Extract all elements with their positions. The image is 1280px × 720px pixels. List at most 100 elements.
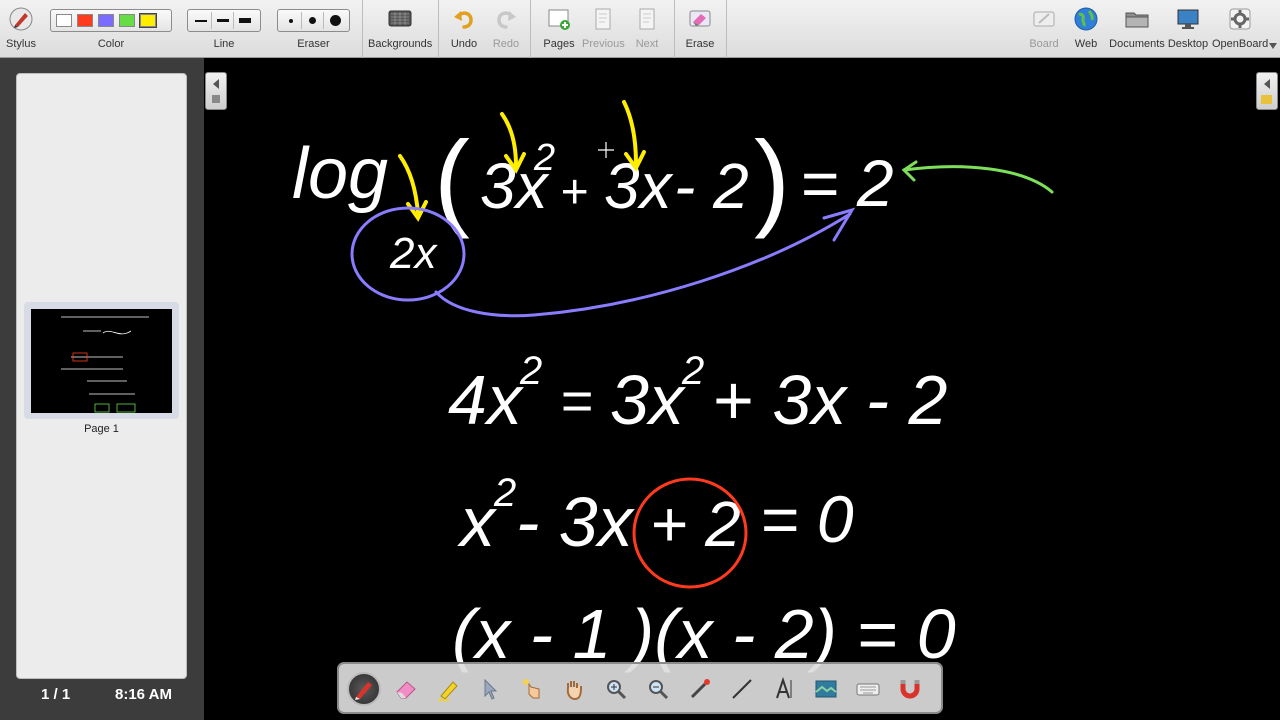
eq1-minus-two: - 2 xyxy=(674,150,749,222)
interact-icon xyxy=(523,679,540,699)
ink-strokes: log 2x ( 3x 2 + 3x - 2 ) = 2 4x 2 = 3x 2… xyxy=(292,100,1054,673)
marker-icon xyxy=(438,681,458,701)
hand-icon xyxy=(566,681,582,701)
desktop-label: Desktop xyxy=(1167,38,1209,50)
eq1-base: 2x xyxy=(389,229,438,278)
hand-tool-button[interactable] xyxy=(557,672,591,706)
board-label: Board xyxy=(1029,38,1059,50)
color-group: Color xyxy=(50,0,172,58)
toolbar-divider xyxy=(674,0,675,58)
page-counter: 1 / 1 xyxy=(41,686,71,703)
next-page-icon xyxy=(639,8,655,30)
color-swatch-red[interactable] xyxy=(77,14,93,27)
eraser-icon xyxy=(396,681,416,699)
eq2-rest: + 3x - 2 xyxy=(712,361,947,439)
eraser-size-palette xyxy=(277,9,350,32)
previous-label: Previous xyxy=(582,38,625,50)
zoom-out-tool-button[interactable] xyxy=(641,672,675,706)
eq3-rhs: = 0 xyxy=(760,482,854,556)
backgrounds-button[interactable]: Backgrounds xyxy=(368,0,432,58)
web-button[interactable]: Web xyxy=(1066,0,1106,58)
pages-label: Pages xyxy=(543,38,575,50)
line-width-palette xyxy=(187,9,261,32)
page-thumbnail-label: Page 1 xyxy=(84,423,119,435)
eq3-x: x xyxy=(457,483,498,561)
next-button[interactable]: Next xyxy=(626,0,668,58)
whiteboard-canvas[interactable]: log 2x ( 3x 2 + 3x - 2 ) = 2 4x 2 = 3x 2… xyxy=(204,58,1280,720)
board-button[interactable]: Board xyxy=(1024,0,1064,58)
magnet-tool-button[interactable] xyxy=(893,672,927,706)
documents-label: Documents xyxy=(1109,38,1165,50)
text-icon xyxy=(776,676,792,699)
tool-palette xyxy=(337,662,943,714)
line-group: Line xyxy=(187,0,261,58)
clock: 8:16 AM xyxy=(115,686,172,703)
add-page-icon xyxy=(548,9,570,30)
top-toolbar: Stylus Color Line Eraser Backgrounds Und… xyxy=(0,0,1280,58)
color-swatch-purple[interactable] xyxy=(98,14,114,27)
toolbar-divider xyxy=(362,0,363,58)
eraser-label: Eraser xyxy=(297,38,330,50)
eraser-tool-button[interactable] xyxy=(389,672,423,706)
line-medium-button[interactable] xyxy=(212,12,234,29)
eq1-log: log xyxy=(292,134,388,214)
erase-page-icon xyxy=(689,10,711,27)
pen-tool-button[interactable] xyxy=(347,672,381,706)
desktop-button[interactable]: Desktop xyxy=(1166,0,1210,58)
chevron-down-icon[interactable] xyxy=(1269,43,1277,49)
line-thin-button[interactable] xyxy=(190,12,212,29)
openboard-menu-button[interactable]: OpenBoard xyxy=(1212,0,1268,58)
eq3-exp: 2 xyxy=(493,471,516,515)
stylus-button[interactable]: Stylus xyxy=(0,0,42,58)
color-palette xyxy=(50,9,172,32)
line-tool-button[interactable] xyxy=(725,672,759,706)
line-thick-button[interactable] xyxy=(234,12,256,29)
zoom-in-icon xyxy=(607,680,627,700)
page-thumbnail-image xyxy=(31,309,172,413)
pages-button[interactable]: Pages xyxy=(538,0,580,58)
keyboard-tool-button[interactable] xyxy=(851,672,885,706)
color-label: Color xyxy=(97,38,125,50)
globe-icon xyxy=(1074,7,1098,31)
undo-button[interactable]: Undo xyxy=(444,0,484,58)
laser-pointer-icon xyxy=(690,679,710,699)
redo-icon xyxy=(497,11,516,29)
previous-page-icon xyxy=(595,8,611,30)
selector-tool-button[interactable] xyxy=(473,672,507,706)
eq2-exp: 2 xyxy=(519,349,542,393)
openboard-label: OpenBoard xyxy=(1212,38,1269,50)
color-swatch-green[interactable] xyxy=(119,14,135,27)
toolbar-divider xyxy=(726,0,727,58)
undo-icon xyxy=(454,11,473,29)
eq2-term-a: 3x xyxy=(610,361,687,439)
page-thumbnails-panel[interactable]: Page 1 xyxy=(16,73,187,679)
zoom-in-tool-button[interactable] xyxy=(599,672,633,706)
keyboard-icon xyxy=(856,683,880,696)
page-thumbnail[interactable] xyxy=(24,302,179,419)
eraser-medium-button[interactable] xyxy=(302,12,324,29)
marker-tool-button[interactable] xyxy=(431,672,465,706)
laser-pointer-tool-button[interactable] xyxy=(683,672,717,706)
eraser-large-button[interactable] xyxy=(324,12,346,29)
line-icon xyxy=(732,679,752,699)
documents-button[interactable]: Documents xyxy=(1108,0,1166,58)
eq2-exp2: 2 xyxy=(681,349,704,393)
eraser-group: Eraser xyxy=(277,0,350,58)
interact-tool-button[interactable] xyxy=(515,672,549,706)
eraser-small-button[interactable] xyxy=(280,12,302,29)
gear-icon xyxy=(1229,8,1251,30)
board-icon xyxy=(1033,11,1055,27)
backgrounds-label: Backgrounds xyxy=(368,38,433,50)
eq3-plus-two: + 2 xyxy=(650,488,741,560)
text-tool-button[interactable] xyxy=(767,672,801,706)
eq2-lhs: 4x xyxy=(448,361,525,439)
color-swatch-yellow[interactable] xyxy=(139,13,157,28)
web-label: Web xyxy=(1074,38,1098,50)
capture-tool-button[interactable] xyxy=(809,672,843,706)
redo-button[interactable]: Redo xyxy=(486,0,526,58)
toolbar-divider xyxy=(438,0,439,58)
color-swatch-white[interactable] xyxy=(56,14,72,27)
erase-button[interactable]: Erase xyxy=(680,0,720,58)
eq1-close-paren: ) xyxy=(754,118,790,239)
previous-button[interactable]: Previous xyxy=(582,0,625,58)
